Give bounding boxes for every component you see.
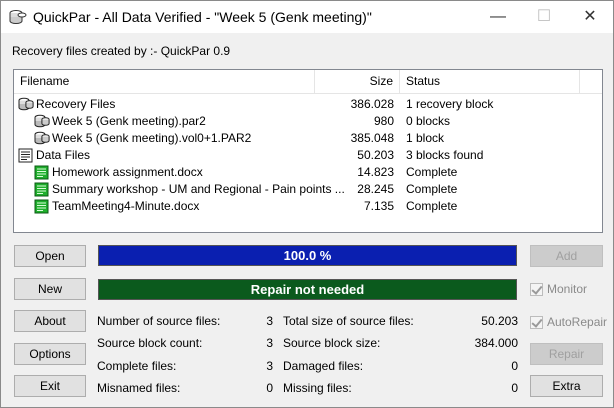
filename-text: Week 5 (Genk meeting).par2 [52,114,206,128]
damaged-files-label: Damaged files: [283,359,364,373]
extra-button[interactable]: Extra [530,375,603,397]
minimize-button[interactable]: — [475,1,521,32]
size-cell: 7.135 [363,199,394,213]
source-block-size-label: Source block size: [283,336,381,350]
source-block-size-value: 384.000 [474,336,518,350]
misnamed-files-label: Misnamed files: [97,381,181,395]
created-by-label: Recovery files created by :- QuickPar 0.… [12,44,231,58]
table-row[interactable]: Recovery Files 386.028 1 recovery block [14,96,602,113]
status-cell: Complete [406,182,458,196]
quickpar-app-icon [9,10,27,25]
recovery-group-icon [18,97,34,112]
size-cell: 385.048 [350,131,394,145]
column-header-size[interactable]: Size [315,70,400,93]
source-block-count-value: 3 [266,336,273,350]
filename-cell: Summary workshop - UM and Regional - Pai… [34,181,345,198]
misnamed-files-value: 0 [266,381,273,395]
close-button[interactable]: ✕ [567,1,613,32]
size-cell: 386.028 [350,97,394,111]
total-size-label: Total size of source files: [283,314,414,328]
repair-button[interactable]: Repair [530,343,603,365]
column-header-filename[interactable]: Filename [14,70,315,93]
status-cell: 0 blocks [406,114,451,128]
num-source-files-label: Number of source files: [97,314,221,328]
filename-cell: Homework assignment.docx [34,164,203,181]
complete-files-label: Complete files: [97,359,177,373]
autorepair-label: AutoRepair [547,315,608,329]
filename-text: TeamMeeting4-Minute.docx [52,199,200,213]
about-button[interactable]: About [14,310,86,332]
complete-files-value: 3 [266,359,273,373]
new-button[interactable]: New [14,278,86,300]
source-block-count-label: Source block count: [97,336,203,350]
list-header: Filename Size Status [14,70,602,94]
autorepair-checkbox[interactable]: AutoRepair [530,315,607,329]
filename-text: Data Files [36,148,91,162]
quickpar-window: QuickPar - All Data Verified - "Week 5 (… [0,0,614,408]
exit-button[interactable]: Exit [14,375,86,397]
status-cell: 1 recovery block [406,97,494,111]
table-row[interactable]: Week 5 (Genk meeting).vol0+1.PAR2 385.048… [14,130,602,147]
repair-status-bar: Repair not needed [98,279,517,300]
table-row[interactable]: Week 5 (Genk meeting).par2 980 0 blocks [14,113,602,130]
add-button[interactable]: Add [530,245,603,267]
complete-file-icon [34,165,50,180]
status-cell: Complete [406,199,458,213]
total-size-value: 50.203 [481,314,518,328]
monitor-checkbox[interactable]: Monitor [530,282,587,296]
file-list[interactable]: Filename Size Status Recovery Files 386.0… [13,69,603,233]
repair-status-text: Repair not needed [250,282,365,297]
options-button[interactable]: Options [14,343,86,365]
filename-cell: Data Files [18,147,90,164]
size-cell: 14.823 [357,165,394,179]
num-source-files-value: 3 [266,314,273,328]
window-title: QuickPar - All Data Verified - "Week 5 (… [33,9,372,25]
size-cell: 980 [373,114,394,128]
size-cell: 50.203 [357,148,394,162]
filename-text: Homework assignment.docx [52,165,203,179]
table-row[interactable]: TeamMeeting4-Minute.docx 7.135 Complete [14,198,602,215]
missing-files-value: 0 [511,381,518,395]
title-bar[interactable]: QuickPar - All Data Verified - "Week 5 (… [1,1,613,33]
complete-file-icon [34,182,50,197]
table-row[interactable]: Summary workshop - UM and Regional - Pai… [14,181,602,198]
table-row[interactable]: Data Files 50.203 3 blocks found [14,147,602,164]
filename-text: Week 5 (Genk meeting).vol0+1.PAR2 [52,131,252,145]
filename-cell: Recovery Files [18,96,115,113]
maximize-button[interactable]: ☐ [521,1,567,32]
filename-text: Recovery Files [36,97,116,111]
status-cell: 1 block [406,131,445,145]
monitor-check-icon [530,282,543,296]
monitor-label: Monitor [547,282,588,296]
filename-cell: TeamMeeting4-Minute.docx [34,198,199,215]
damaged-files-value: 0 [511,359,518,373]
data-group-icon [18,148,34,163]
complete-file-icon [34,199,50,214]
par2-file-icon [34,114,50,129]
filename-text: Summary workshop - UM and Regional - Pai… [52,182,345,196]
filename-cell: Week 5 (Genk meeting).par2 [34,113,206,130]
progress-text: 100.0 % [283,248,332,263]
column-header-status[interactable]: Status [400,70,580,93]
status-cell: Complete [406,165,458,179]
filename-cell: Week 5 (Genk meeting).vol0+1.PAR2 [34,130,251,147]
open-button[interactable]: Open [14,245,86,267]
table-row[interactable]: Homework assignment.docx 14.823 Complete [14,164,602,181]
size-cell: 28.245 [357,182,394,196]
status-cell: 3 blocks found [406,148,484,162]
par2-file-icon [34,131,50,146]
missing-files-label: Missing files: [283,381,352,395]
autorepair-check-icon [530,315,543,329]
verification-progress-bar: 100.0 % [98,245,517,266]
